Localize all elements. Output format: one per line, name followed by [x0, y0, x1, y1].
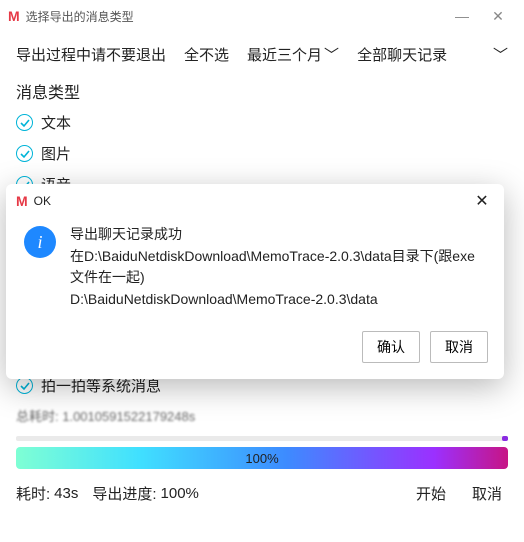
check-icon [16, 377, 33, 394]
titlebar: M 选择导出的消息类型 — ✕ [0, 0, 524, 32]
footer: 耗时: 43s 导出进度: 100% 开始 取消 [0, 469, 524, 518]
option-label: 图片 [41, 143, 71, 164]
minimize-button[interactable]: — [444, 8, 480, 24]
progress-bar: 100% [16, 447, 508, 469]
dialog-line2: 在D:\BaiduNetdiskDownload\MemoTrace-2.0.3… [70, 246, 486, 289]
progress-label: 导出进度: [92, 483, 156, 504]
dialog-line3: D:\BaiduNetdiskDownload\MemoTrace-2.0.3\… [70, 289, 486, 311]
chevron-down-icon: ﹀ [324, 47, 339, 64]
progress-thin [16, 436, 508, 441]
cancel-button[interactable]: 取消 [466, 479, 508, 508]
option-text[interactable]: 文本 [16, 107, 508, 138]
confirm-button[interactable]: 确认 [362, 331, 420, 363]
toolbar: 导出过程中请不要退出 全不选 最近三个月﹀ 全部聊天记录 ﹀ [0, 32, 524, 73]
export-warning: 导出过程中请不要退出 [16, 44, 166, 65]
elapsed-label: 耗时: [16, 483, 50, 504]
dialog-titlebar: M OK ✕ [6, 184, 504, 218]
app-icon: M [8, 8, 20, 24]
dialog-line1: 导出聊天记录成功 [70, 224, 486, 246]
chevron-down-icon[interactable]: ﹀ [493, 44, 508, 65]
option-image[interactable]: 图片 [16, 138, 508, 169]
app-icon: M [16, 193, 28, 209]
progress-area: 100% [0, 436, 524, 469]
dialog-cancel-button[interactable]: 取消 [430, 331, 488, 363]
dialog-title: OK [34, 194, 470, 208]
window-title: 选择导出的消息类型 [26, 8, 444, 25]
start-button[interactable]: 开始 [410, 479, 452, 508]
section-title: 消息类型 [0, 73, 524, 107]
deselect-all-button[interactable]: 全不选 [184, 44, 229, 65]
time-range-dropdown[interactable]: 最近三个月﹀ [247, 44, 339, 65]
info-icon: i [24, 226, 56, 258]
option-label: 文本 [41, 112, 71, 133]
dialog-message: 导出聊天记录成功 在D:\BaiduNetdiskDownload\MemoTr… [70, 224, 486, 311]
check-icon [16, 114, 33, 131]
elapsed-value: 43s [54, 485, 78, 502]
scope-label: 全部聊天记录 [357, 44, 447, 65]
progress-percent: 100% [245, 451, 278, 466]
hidden-total-line: 总耗时: 1.0010591522179248s [16, 401, 508, 430]
check-icon [16, 145, 33, 162]
success-dialog: M OK ✕ i 导出聊天记录成功 在D:\BaiduNetdiskDownlo… [6, 184, 504, 379]
close-button[interactable]: ✕ [480, 8, 516, 25]
dialog-close-button[interactable]: ✕ [470, 191, 494, 211]
progress-value: 100% [161, 485, 199, 502]
